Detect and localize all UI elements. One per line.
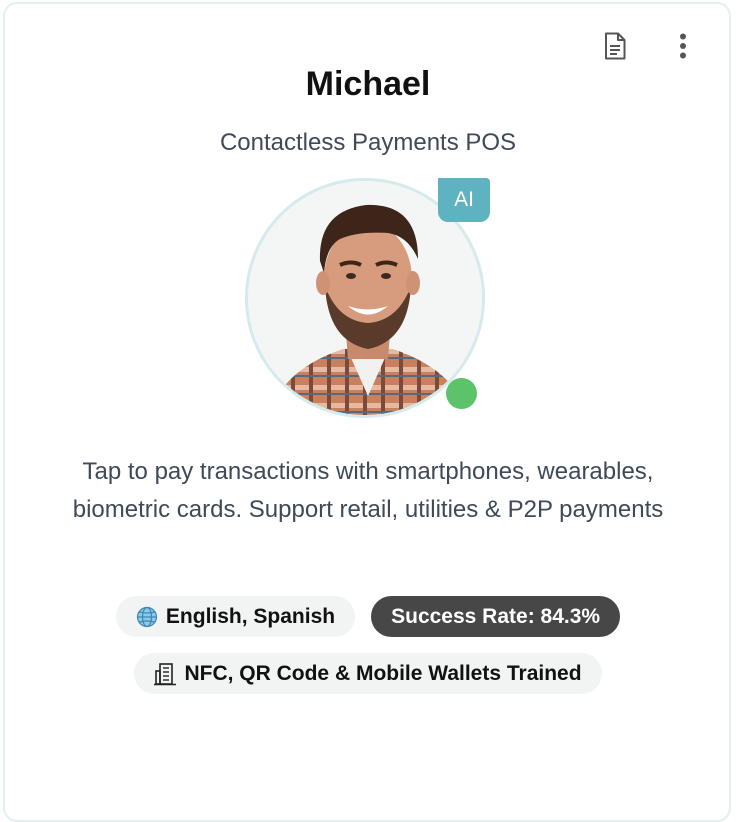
building-icon bbox=[154, 662, 177, 686]
document-button[interactable] bbox=[597, 30, 633, 66]
document-icon bbox=[603, 32, 627, 65]
agent-description: Tap to pay transactions with smartphones… bbox=[72, 458, 664, 523]
avatar-container: AI bbox=[245, 178, 491, 424]
success-rate-label: Success Rate: 84.3% bbox=[391, 604, 601, 628]
ai-badge: AI bbox=[438, 178, 490, 222]
online-status-indicator bbox=[446, 378, 477, 409]
more-vertical-icon bbox=[679, 33, 687, 64]
chip-row-1: English, Spanish Success Rate: 84.3% bbox=[0, 596, 736, 637]
agent-name: Michael bbox=[305, 65, 431, 103]
training-chip: NFC, QR Code & Mobile Wallets Trained bbox=[134, 653, 602, 694]
chip-row-2: NFC, QR Code & Mobile Wallets Trained bbox=[0, 653, 736, 694]
more-options-button[interactable] bbox=[665, 30, 701, 66]
training-chip-label: NFC, QR Code & Mobile Wallets Trained bbox=[184, 661, 582, 685]
language-chip: English, Spanish bbox=[115, 596, 356, 637]
globe-icon bbox=[136, 606, 158, 628]
language-chip-label: English, Spanish bbox=[165, 604, 336, 628]
agent-title: Contactless Payments POS bbox=[219, 129, 517, 156]
success-rate-chip: Success Rate: 84.3% bbox=[371, 596, 621, 637]
